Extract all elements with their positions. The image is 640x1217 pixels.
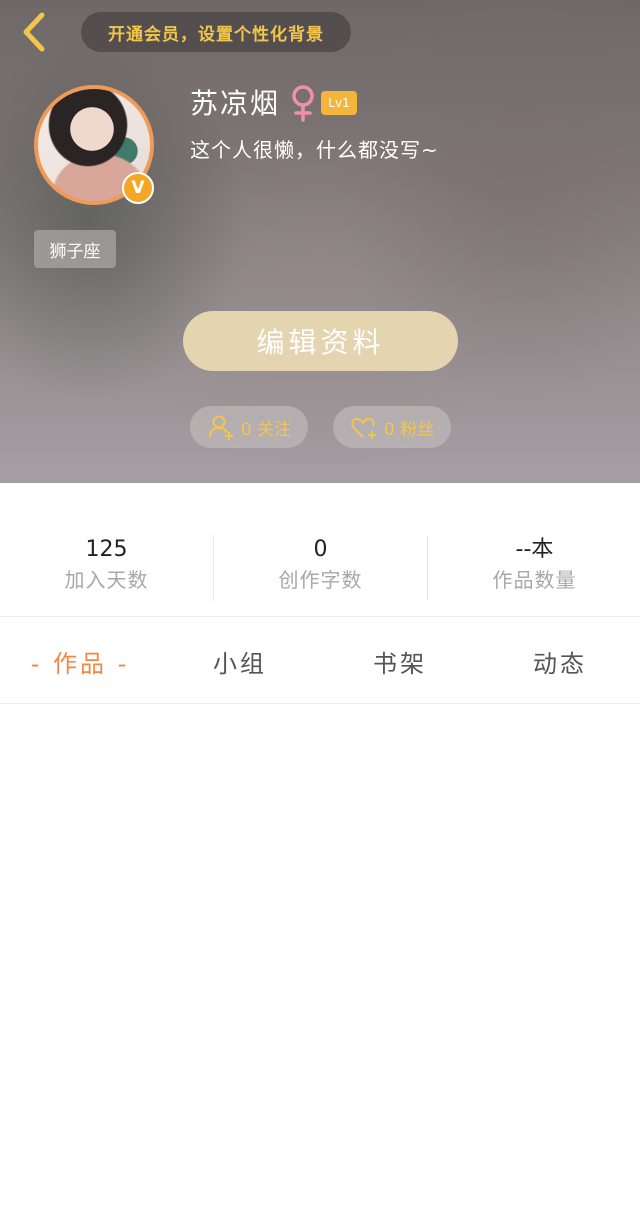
- stat-works-count: --本 作品数量: [428, 535, 640, 595]
- tab-works[interactable]: - 作品 -: [0, 618, 160, 704]
- back-button[interactable]: [18, 10, 52, 54]
- edit-profile-button[interactable]: 编辑资料: [183, 311, 458, 371]
- following-count: 0 关注: [240, 419, 292, 440]
- stats-bar: 125 加入天数 0 创作字数 --本 作品数量: [0, 483, 640, 617]
- stat-value: 0: [313, 537, 328, 562]
- user-bio: 这个人很懒，什么都没写~: [190, 138, 439, 162]
- stat-word-count: 0 创作字数: [214, 535, 427, 595]
- female-icon: [292, 85, 314, 122]
- level-badge: Lv1: [321, 91, 357, 115]
- stat-value: 125: [85, 537, 128, 562]
- vip-background-banner[interactable]: 开通会员，设置个性化背景: [81, 12, 351, 52]
- tab-activity[interactable]: 动态: [480, 618, 640, 704]
- chevron-left-icon: [23, 12, 45, 52]
- tab-groups[interactable]: 小组: [160, 618, 320, 704]
- tab-bookshelf[interactable]: 书架: [320, 618, 480, 704]
- following-button[interactable]: 0 关注: [190, 406, 308, 448]
- stat-label: 加入天数: [64, 568, 149, 592]
- heart-add-icon: [351, 418, 376, 439]
- username: 苏凉烟: [190, 87, 281, 120]
- stat-value: --本: [515, 537, 554, 562]
- stat-label: 作品数量: [492, 568, 577, 592]
- verified-badge: V: [122, 172, 154, 204]
- zodiac-tag: 狮子座: [34, 230, 116, 268]
- profile-header: 开通会员，设置个性化背景 V 狮子座 苏凉烟 Lv1 这个人很懒，什么都没写~ …: [0, 0, 640, 483]
- stat-join-days: 125 加入天数: [0, 535, 213, 595]
- stat-label: 创作字数: [278, 568, 363, 592]
- fans-button[interactable]: 0 粉丝: [333, 406, 451, 448]
- user-add-icon: [208, 415, 233, 440]
- fans-count: 0 粉丝: [383, 419, 435, 440]
- profile-tabs: - 作品 - 小组 书架 动态: [0, 618, 640, 704]
